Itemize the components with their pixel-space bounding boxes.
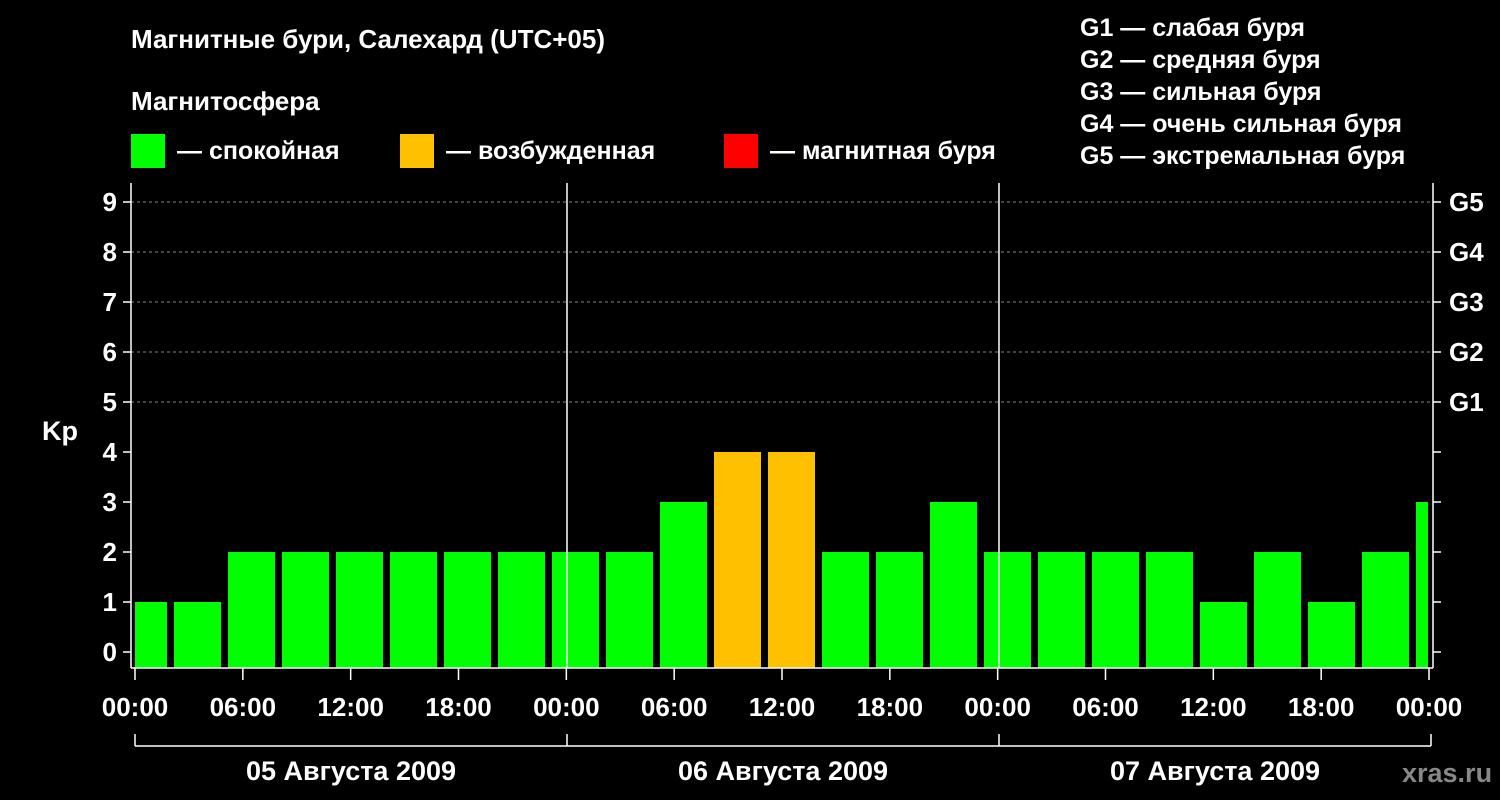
date-label: 05 Августа 2009 <box>246 756 456 786</box>
kp-bar <box>660 502 707 668</box>
kp-bar <box>135 602 167 668</box>
g-scale-label: G1 <box>1449 387 1484 417</box>
y-tick-label: 2 <box>103 537 117 567</box>
kp-bar <box>606 552 653 668</box>
kp-bar <box>1362 552 1409 668</box>
x-tick-label: 12:00 <box>1180 692 1247 722</box>
x-tick-label: 18:00 <box>1288 692 1355 722</box>
x-tick-label: 18:00 <box>857 692 924 722</box>
kp-bar <box>1200 602 1247 668</box>
kp-bar <box>1092 552 1139 668</box>
kp-bar <box>228 552 275 668</box>
y-tick-label: 0 <box>103 637 117 667</box>
kp-bar <box>498 552 545 668</box>
y-axis-label: Kp <box>42 416 78 446</box>
kp-bar <box>768 452 815 668</box>
kp-bar <box>822 552 869 668</box>
y-tick-label: 4 <box>103 437 118 467</box>
kp-bar <box>174 602 221 668</box>
kp-bar <box>1416 502 1428 668</box>
y-tick-label: 9 <box>103 187 117 217</box>
kp-bar <box>444 552 491 668</box>
y-tick-label: 3 <box>103 487 117 517</box>
x-tick-label: 06:00 <box>1072 692 1139 722</box>
date-label: 07 Августа 2009 <box>1110 756 1320 786</box>
x-tick-label: 06:00 <box>210 692 277 722</box>
kp-bar <box>984 552 1031 668</box>
g-scale-label: G2 <box>1449 337 1484 367</box>
kp-bar <box>1146 552 1193 668</box>
kp-bar <box>390 552 437 668</box>
kp-bar <box>282 552 329 668</box>
kp-bar <box>876 552 923 668</box>
x-tick-label: 12:00 <box>749 692 816 722</box>
x-tick-label: 18:00 <box>425 692 492 722</box>
y-tick-label: 6 <box>103 337 117 367</box>
kp-bar <box>714 452 761 668</box>
kp-bar <box>1308 602 1355 668</box>
x-tick-label: 06:00 <box>641 692 708 722</box>
g-scale-label: G4 <box>1449 237 1484 267</box>
date-label: 06 Августа 2009 <box>678 756 888 786</box>
y-tick-label: 5 <box>103 387 117 417</box>
kp-bar <box>552 552 599 668</box>
kp-bar <box>1038 552 1085 668</box>
kp-bar <box>336 552 383 668</box>
y-tick-label: 8 <box>103 237 117 267</box>
kp-bar <box>930 502 977 668</box>
g-scale-label: G3 <box>1449 287 1484 317</box>
y-tick-label: 7 <box>103 287 117 317</box>
x-tick-label: 00:00 <box>1396 692 1463 722</box>
x-tick-label: 00:00 <box>964 692 1031 722</box>
kp-bar <box>1254 552 1301 668</box>
watermark: xras.ru <box>1402 758 1493 788</box>
g-scale-label: G5 <box>1449 187 1484 217</box>
x-tick-label: 00:00 <box>533 692 600 722</box>
y-tick-label: 1 <box>103 587 117 617</box>
x-tick-label: 00:00 <box>102 692 169 722</box>
x-tick-label: 12:00 <box>317 692 384 722</box>
kp-bar-chart: 0 1 2 3 4 5 6 7 8 9 G1 G2 G3 G4 G5 Kp 00:00 06:00 12:00 18:… <box>42 183 1484 786</box>
